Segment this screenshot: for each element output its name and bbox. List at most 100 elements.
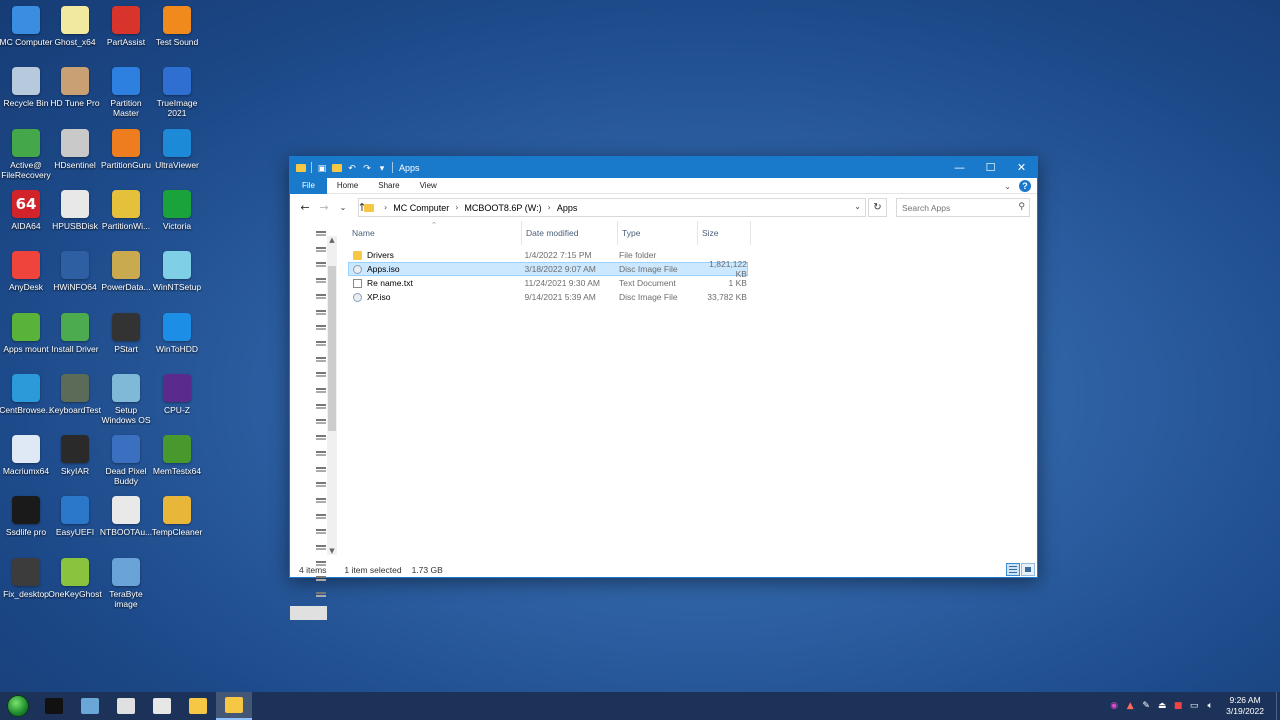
file-row[interactable]: Re name.txt 11/24/2021 9:30 AM Text Docume…	[348, 276, 748, 290]
desktop-icon-hd-tune-pro[interactable]: HD Tune Pro	[49, 63, 101, 121]
desktop-icon-ssdlife-pro[interactable]: Ssdlife pro	[0, 492, 52, 550]
taskbar-button[interactable]	[36, 692, 72, 720]
navigation-pane-item[interactable]	[316, 513, 326, 519]
usb-tray-icon[interactable]: ⏏	[1157, 701, 1167, 711]
navigation-pane-item[interactable]	[316, 340, 326, 346]
back-arrow-icon[interactable]: ←	[297, 201, 313, 214]
desktop-icon-mc-computer[interactable]: MC Computer	[0, 2, 52, 60]
desktop-icon-partassist[interactable]: PartAssist	[100, 2, 152, 60]
properties-icon[interactable]: ▣	[317, 163, 327, 173]
address-dropdown-chevron-icon[interactable]: ⌄	[854, 202, 861, 211]
desktop-icon-test-sound[interactable]: Test Sound	[151, 2, 203, 60]
breadcrumb-apps[interactable]: Apps	[557, 203, 578, 213]
breadcrumb-separator-icon[interactable]: ›	[455, 203, 458, 212]
desktop-icon-setup-windows-os[interactable]: Setup Windows OS	[100, 370, 152, 428]
redo-icon[interactable]: ↷	[362, 163, 372, 173]
navigation-pane-item[interactable]	[316, 278, 326, 284]
desktop-icon-memtestx64[interactable]: MemTestx64	[151, 431, 203, 489]
navigation-pane-item[interactable]	[316, 435, 326, 441]
volume-icon[interactable]: 🔈︎	[1205, 701, 1215, 711]
desktop-icon-cpu-z[interactable]: CPU-Z	[151, 370, 203, 428]
desktop-icon-fix-desktop[interactable]: Fix_desktop	[0, 554, 52, 612]
search-box[interactable]: ⚲	[896, 198, 1030, 217]
desktop-icon-hdsentinel[interactable]: HDsentinel	[49, 125, 101, 183]
navigation-pane-item[interactable]	[316, 545, 326, 550]
desktop-icon-partitionguru[interactable]: PartitionGuru	[100, 125, 152, 183]
breadcrumb-separator-icon[interactable]: ›	[384, 203, 387, 212]
desktop-icon-keyboardtest[interactable]: KeyboardTest	[49, 370, 101, 428]
title-bar[interactable]: ▣ ↶ ↷ ▾ Apps — ☐ ✕	[290, 157, 1037, 178]
tab-view[interactable]: View	[410, 178, 447, 194]
taskbar-button[interactable]	[72, 692, 108, 720]
undo-icon[interactable]: ↶	[347, 163, 357, 173]
desktop-icon-aida64[interactable]: 64 AIDA64	[0, 186, 52, 244]
desktop-icon-active-filerecovery[interactable]: Active@ FileRecovery	[0, 125, 52, 183]
desktop-icon-skyiar[interactable]: SkyIAR	[49, 431, 101, 489]
navigation-pane-item[interactable]	[316, 403, 326, 409]
navigation-pane-item[interactable]	[316, 325, 326, 331]
navigation-pane-item[interactable]	[316, 529, 326, 535]
file-row[interactable]: Drivers 1/4/2022 7:15 PM File folder	[348, 248, 748, 262]
taskbar-button[interactable]	[144, 692, 180, 720]
desktop-icon-partition-master[interactable]: Partition Master	[100, 63, 152, 121]
desktop-icon-trueimage-2021[interactable]: TrueImage 2021	[151, 63, 203, 121]
desktop-icon-install-driver[interactable]: Install Driver	[49, 309, 101, 367]
color-tray-icon[interactable]: ■	[1173, 701, 1183, 711]
maximize-button[interactable]: ☐	[975, 157, 1006, 178]
navigation-pane-item[interactable]	[316, 231, 326, 236]
warning-tray-icon[interactable]: ▲	[1125, 701, 1135, 711]
desktop-icon-macriumx64[interactable]: Macriumx64	[0, 431, 52, 489]
tab-file[interactable]: File	[290, 177, 327, 194]
new-folder-icon[interactable]	[332, 163, 342, 172]
navigation-pane-item[interactable]	[316, 388, 326, 393]
clock[interactable]: 9:26 AM 3/19/2022	[1226, 695, 1264, 717]
scroll-down-arrow-icon[interactable]: ▼	[327, 547, 337, 555]
expand-ribbon-chevron-icon[interactable]: ⌄	[1004, 182, 1011, 191]
pen-tray-icon[interactable]: ✎	[1141, 701, 1151, 711]
taskbar-button[interactable]	[180, 692, 216, 720]
navigation-pane-item[interactable]	[316, 356, 326, 362]
media-player-tray-icon[interactable]: ◉	[1109, 701, 1119, 711]
desktop-icon-partitionwi[interactable]: PartitionWi...	[100, 186, 152, 244]
address-bar[interactable]: › MC Computer › MCBOOT8.6P (W:) › Apps ⌄	[358, 198, 866, 217]
taskbar-button[interactable]	[216, 692, 252, 720]
refresh-button[interactable]: ↻	[868, 198, 887, 217]
desktop-icon-apps-mount[interactable]: Apps mount	[0, 309, 52, 367]
column-size[interactable]: Size	[698, 221, 751, 245]
navigation-pane-item[interactable]	[316, 293, 326, 299]
desktop-icon-ultraviewer[interactable]: UltraViewer	[151, 125, 203, 183]
navigation-pane-scrollbar[interactable]: ▲ ▼	[327, 236, 337, 555]
forward-arrow-icon[interactable]: →	[316, 201, 332, 214]
desktop-icon-ghost-x64[interactable]: Ghost_x64	[49, 2, 101, 60]
tab-share[interactable]: Share	[368, 178, 409, 194]
customize-chevron-icon[interactable]: ▾	[377, 163, 387, 173]
desktop-icon-easyuefi[interactable]: EasyUEFI	[49, 492, 101, 550]
desktop-icon-victoria[interactable]: Victoria	[151, 186, 203, 244]
large-icons-view-icon[interactable]	[1021, 563, 1035, 576]
desktop-icon-pstart[interactable]: PStart	[100, 309, 152, 367]
search-input[interactable]	[902, 202, 1012, 213]
desktop-icon-recycle-bin[interactable]: Recycle Bin	[0, 63, 52, 121]
breadcrumb-drive[interactable]: MCBOOT8.6P (W:)	[464, 203, 541, 213]
desktop-icon-hpusbdisk[interactable]: HPUSBDisk	[49, 186, 101, 244]
navigation-pane-item[interactable]	[316, 592, 326, 598]
navigation-pane-item[interactable]	[316, 262, 326, 268]
desktop-icon-ntbootau[interactable]: NTBOOTAu...	[100, 492, 152, 550]
desktop-icon-dead-pixel-buddy[interactable]: Dead Pixel Buddy	[100, 431, 152, 489]
navigation-pane-item[interactable]	[316, 482, 326, 488]
navigation-pane-item[interactable]	[316, 372, 326, 378]
column-type[interactable]: Type	[618, 221, 698, 245]
recent-locations-chevron-icon[interactable]: ⌄	[335, 203, 351, 212]
breadcrumb-mc-computer[interactable]: MC Computer	[393, 203, 449, 213]
navigation-pane-item[interactable]	[316, 309, 326, 315]
taskbar-button[interactable]	[108, 692, 144, 720]
navigation-pane-item[interactable]	[316, 246, 326, 252]
desktop-icon-tempcleaner[interactable]: TempCleaner	[151, 492, 203, 550]
search-icon[interactable]: ⚲	[1018, 202, 1025, 212]
desktop-icon-terabyte-image[interactable]: TeraByte image	[100, 554, 152, 612]
start-button[interactable]	[0, 692, 36, 720]
desktop-icon-onekeyghost[interactable]: OneKeyGhost	[48, 554, 102, 612]
tab-home[interactable]: Home	[327, 178, 368, 194]
desktop-icon-centbrowse[interactable]: CentBrowse...	[0, 370, 53, 428]
help-icon[interactable]: ?	[1019, 180, 1031, 192]
